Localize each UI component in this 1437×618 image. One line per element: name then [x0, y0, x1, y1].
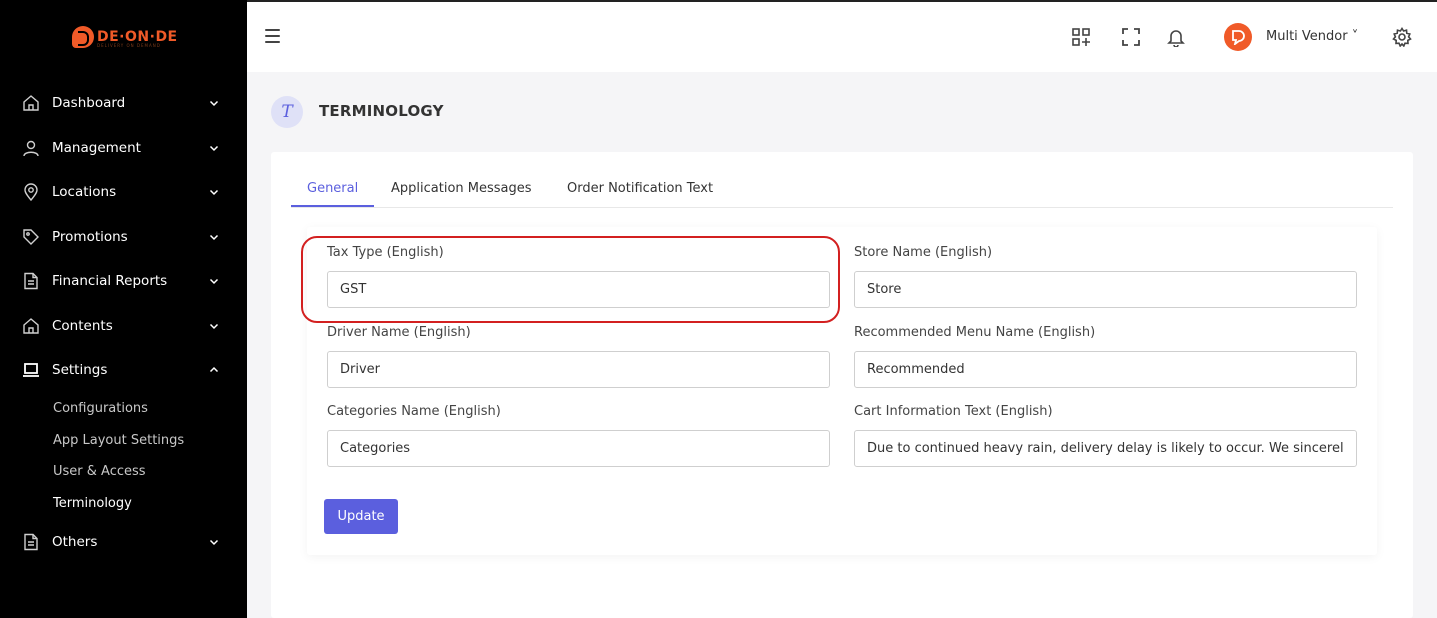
top-header: Multi Vendor ˅ — [247, 0, 1437, 72]
sidebar-item-label: Settings — [52, 362, 108, 378]
sidebar-item-locations[interactable]: Locations — [0, 170, 247, 214]
sidebar-item-dashboard[interactable]: Dashboard — [0, 81, 247, 125]
avatar[interactable] — [1224, 23, 1252, 51]
cart-info-field[interactable] — [854, 430, 1357, 467]
store-name-field[interactable] — [854, 271, 1357, 308]
recommended-menu-label: Recommended Menu Name (English) — [854, 325, 1096, 340]
home-icon — [22, 317, 40, 335]
tab-application-messages[interactable]: Application Messages — [391, 181, 532, 207]
gear-icon[interactable] — [1391, 26, 1413, 48]
sidebar-item-promotions[interactable]: Promotions — [0, 215, 247, 259]
sidebar-item-financial-reports[interactable]: Financial Reports — [0, 259, 247, 303]
page-title-badge: T — [271, 96, 303, 128]
apps-add-icon[interactable] — [1070, 26, 1092, 48]
page-title: TERMINOLOGY — [319, 102, 444, 120]
tax-type-label: Tax Type (English) — [327, 245, 444, 260]
sidebar: DE·ON·DE DELIVERY ON DEMAND Dashboard Ma… — [0, 0, 247, 618]
tax-type-field[interactable] — [327, 271, 830, 308]
driver-name-label: Driver Name (English) — [327, 325, 471, 340]
update-button[interactable]: Update — [324, 499, 398, 534]
sidebar-item-label: Financial Reports — [52, 273, 168, 289]
tab-general[interactable]: General — [291, 181, 375, 207]
sidebar-item-settings[interactable]: Settings — [0, 348, 247, 392]
recommended-menu-field[interactable] — [854, 351, 1357, 388]
file-icon — [22, 272, 40, 290]
sidebar-item-contents[interactable]: Contents — [0, 304, 247, 348]
chevron-down-icon — [209, 276, 219, 286]
tab-order-notification-text[interactable]: Order Notification Text — [567, 181, 713, 207]
sidebar-item-label: Contents — [52, 318, 113, 334]
chevron-down-icon — [209, 537, 219, 547]
map-pin-icon — [22, 183, 40, 201]
tag-icon — [22, 228, 40, 246]
brand-logo[interactable]: DE·ON·DE DELIVERY ON DEMAND — [72, 26, 178, 48]
categories-name-field[interactable] — [327, 430, 830, 467]
sidebar-subitem-configurations[interactable]: Configurations — [53, 399, 148, 419]
fullscreen-icon[interactable] — [1120, 26, 1142, 48]
file-icon — [22, 533, 40, 551]
chevron-up-icon — [209, 365, 219, 375]
laptop-icon — [22, 361, 40, 379]
tab-bar: General Application Messages Order Notif… — [291, 177, 1393, 208]
sidebar-subitem-user-access[interactable]: User & Access — [53, 462, 146, 482]
home-icon — [22, 94, 40, 112]
sidebar-item-others[interactable]: Others — [0, 520, 247, 564]
logo-subtext: DELIVERY ON DEMAND — [97, 43, 161, 48]
sidebar-item-label: Dashboard — [52, 95, 126, 111]
menu-toggle-icon[interactable] — [265, 29, 280, 43]
chevron-down-icon — [209, 187, 219, 197]
bell-icon[interactable] — [1165, 26, 1187, 48]
chevron-down-icon — [209, 321, 219, 331]
chevron-down-icon — [209, 232, 219, 242]
sidebar-subitem-terminology[interactable]: Terminology — [53, 494, 132, 514]
categories-name-label: Categories Name (English) — [327, 404, 501, 419]
user-icon — [22, 139, 40, 157]
logo-mark-icon — [72, 26, 94, 48]
store-name-label: Store Name (English) — [854, 245, 993, 260]
logo-text: DE·ON·DE — [97, 29, 178, 45]
sidebar-item-management[interactable]: Management — [0, 126, 247, 170]
chevron-down-icon — [209, 98, 219, 108]
sidebar-subitem-app-layout-settings[interactable]: App Layout Settings — [53, 431, 184, 451]
driver-name-field[interactable] — [327, 351, 830, 388]
sidebar-item-label: Locations — [52, 184, 117, 200]
sidebar-item-label: Management — [52, 140, 141, 156]
user-menu[interactable]: Multi Vendor ˅ — [1266, 29, 1358, 44]
chevron-down-icon — [209, 143, 219, 153]
sidebar-item-label: Promotions — [52, 229, 128, 245]
sidebar-item-label: Others — [52, 534, 98, 550]
cart-info-label: Cart Information Text (English) — [854, 404, 1053, 419]
